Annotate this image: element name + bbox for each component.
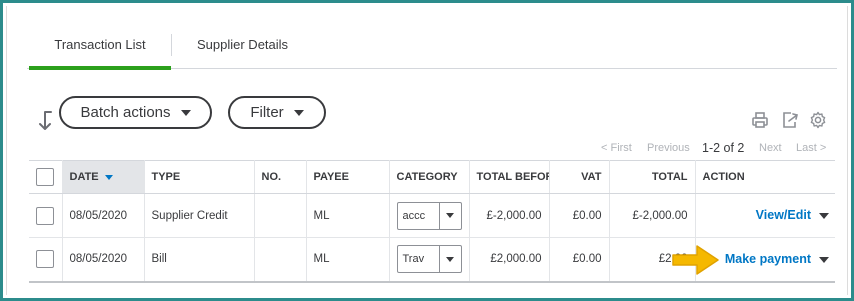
make-payment-link[interactable]: Make payment	[725, 252, 811, 266]
category-select-value: Trav	[402, 253, 425, 266]
column-header-payee[interactable]: PAYEE	[306, 160, 390, 194]
export-icon[interactable]	[781, 111, 799, 129]
pager-range: 1-2 of 2	[702, 141, 745, 155]
cell-category: accc	[389, 193, 470, 238]
screenshot-frame: Transaction List Supplier Details Batch …	[0, 0, 854, 301]
cell-type: Bill	[144, 237, 255, 283]
callout-arrow-icon	[672, 245, 719, 275]
batch-actions-button[interactable]: Batch actions	[59, 96, 212, 129]
category-dropdown-button[interactable]	[438, 202, 461, 229]
column-header-vat[interactable]: VAT	[549, 160, 610, 194]
cell-category: Trav	[389, 237, 470, 283]
table-header-row: DATE TYPE NO. PAYEE CATEGORY TOTAL BEFOR…	[29, 160, 835, 194]
cell-total-before: £-2,000.00	[469, 193, 550, 238]
column-header-action: ACTION	[695, 160, 835, 194]
cell-total: £-2,000.00	[609, 193, 696, 238]
pagination: < First Previous 1-2 of 2 Next Last >	[599, 141, 831, 157]
settings-gear-icon[interactable]	[809, 111, 827, 129]
print-icon[interactable]	[751, 111, 769, 129]
select-all-header	[29, 160, 63, 194]
column-header-category[interactable]: CATEGORY	[389, 160, 470, 194]
category-select[interactable]: accc	[396, 201, 462, 230]
filter-label: Filter	[250, 104, 284, 121]
cell-payee: ML	[306, 237, 390, 283]
pager-next-link[interactable]: Next	[759, 142, 782, 154]
tab-separator	[171, 34, 172, 56]
select-all-checkbox[interactable]	[36, 168, 54, 186]
cell-vat: £0.00	[549, 237, 610, 283]
pager-last-link[interactable]: Last >	[796, 142, 826, 154]
pager-previous-link[interactable]: Previous	[647, 142, 690, 154]
column-header-total[interactable]: TOTAL	[609, 160, 696, 194]
tab-transaction-list[interactable]: Transaction List	[29, 37, 171, 70]
tab-bar: Transaction List Supplier Details	[27, 29, 837, 70]
tab-supplier-details[interactable]: Supplier Details	[197, 37, 288, 52]
category-dropdown-button[interactable]	[438, 246, 461, 273]
cell-payee: ML	[306, 193, 390, 238]
sort-arrow-icon[interactable]	[37, 110, 53, 132]
view-edit-link[interactable]: View/Edit	[756, 208, 811, 222]
filter-button[interactable]: Filter	[228, 96, 326, 129]
cell-date: 08/05/2020	[62, 237, 145, 283]
cell-type: Supplier Credit	[144, 193, 255, 238]
column-header-type[interactable]: TYPE	[144, 160, 255, 194]
row-checkbox[interactable]	[36, 206, 54, 225]
cell-action: View/Edit	[695, 193, 835, 238]
chevron-down-icon	[293, 109, 304, 116]
column-header-no[interactable]: NO.	[254, 160, 307, 194]
column-header-total-before[interactable]: TOTAL BEFORE	[469, 160, 550, 194]
sort-desc-icon	[104, 174, 113, 180]
cell-no	[254, 237, 307, 283]
chevron-down-icon	[446, 213, 454, 218]
action-menu-caret-icon[interactable]	[819, 257, 829, 263]
chevron-down-icon	[180, 109, 191, 116]
cell-no	[254, 193, 307, 238]
chevron-down-icon	[446, 256, 454, 262]
cell-date: 08/05/2020	[62, 193, 145, 238]
table-row: 08/05/2020 Supplier Credit ML accc £-2,0…	[29, 193, 835, 238]
action-menu-caret-icon[interactable]	[819, 213, 829, 219]
category-select-value: accc	[402, 209, 426, 222]
row-select-cell	[29, 237, 63, 283]
pager-first-link[interactable]: < First	[601, 142, 632, 154]
batch-actions-label: Batch actions	[80, 104, 171, 121]
cell-vat: £0.00	[549, 193, 610, 238]
category-select[interactable]: Trav	[396, 245, 462, 274]
row-select-cell	[29, 193, 63, 238]
row-checkbox[interactable]	[36, 250, 54, 269]
cell-total-before: £2,000.00	[469, 237, 550, 283]
column-header-date[interactable]: DATE	[62, 160, 145, 194]
